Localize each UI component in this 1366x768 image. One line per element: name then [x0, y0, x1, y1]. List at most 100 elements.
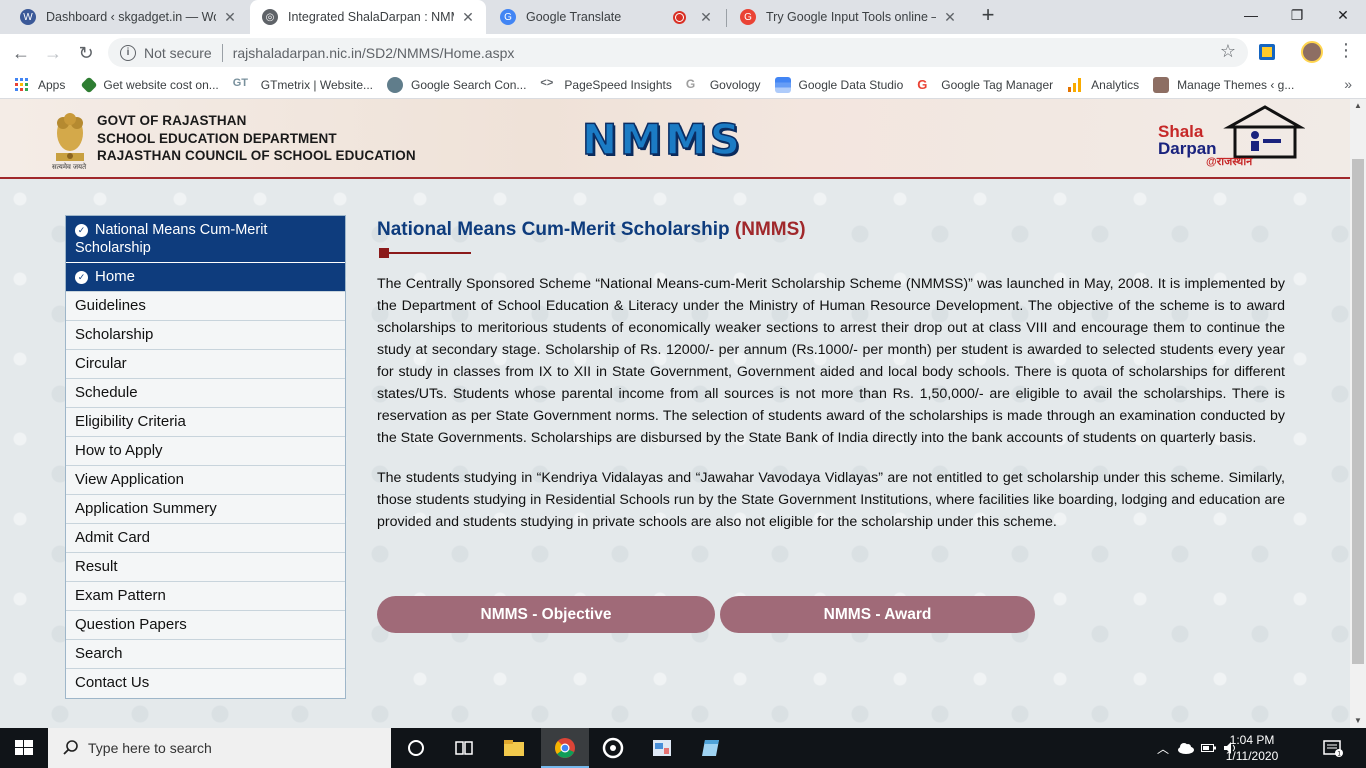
- bookmark-label: Apps: [38, 77, 66, 92]
- tab-strip: W Dashboard ‹ skgadget.in — Word ✕ ◎ Int…: [0, 0, 1366, 34]
- bookmark-govology[interactable]: G Govology: [686, 77, 761, 93]
- address-bar[interactable]: i Not secure rajshaladarpan.nic.in/SD2/N…: [108, 38, 1248, 67]
- bookmark-manage-themes[interactable]: Manage Themes ‹ g...: [1153, 76, 1294, 93]
- divider: [221, 43, 223, 62]
- scroll-down-icon[interactable]: ▼: [1350, 714, 1366, 728]
- tab-title: Dashboard ‹ skgadget.in — Word: [46, 10, 216, 24]
- sidebar-heading-label: National Means Cum-Merit Scholarship: [75, 222, 268, 256]
- bookmark-data-studio[interactable]: Google Data Studio: [774, 76, 904, 93]
- bookmark-analytics[interactable]: Analytics: [1067, 77, 1139, 93]
- svg-text:1: 1: [1337, 751, 1341, 758]
- apps-grid-icon: [15, 77, 28, 91]
- tab-google-input-tools[interactable]: G Try Google Input Tools online – G ✕: [728, 0, 968, 34]
- title-underline: [377, 247, 1285, 259]
- sidebar-item-exam-pattern[interactable]: Exam Pattern: [66, 582, 345, 611]
- google-icon: G: [740, 9, 756, 25]
- reload-icon[interactable]: ↻: [73, 40, 99, 66]
- page-title-text: National Means Cum-Merit Scholarship: [377, 219, 730, 240]
- notification-icon[interactable]: 1: [1322, 736, 1344, 760]
- underline-square: [379, 248, 389, 258]
- close-window-button[interactable]: ✕: [1320, 0, 1366, 30]
- sidebar-item-application-summery[interactable]: Application Summery: [66, 495, 345, 524]
- check-circle-icon: ✓: [75, 271, 88, 284]
- vertical-scrollbar[interactable]: ▲ ▼: [1350, 99, 1366, 728]
- bookmark-label: PageSpeed Insights: [564, 77, 672, 92]
- back-arrow-icon[interactable]: ←: [8, 40, 34, 66]
- sidebar-item-schedule[interactable]: Schedule: [66, 379, 345, 408]
- bookmark-search-console[interactable]: Google Search Con...: [387, 76, 526, 93]
- intro-paragraph: The Centrally Sponsored Scheme “National…: [377, 276, 1285, 446]
- close-icon[interactable]: ✕: [460, 9, 476, 26]
- menu-dots-icon[interactable]: ⋮: [1336, 40, 1356, 61]
- windows-start-icon[interactable]: [0, 728, 48, 768]
- control-panel-icon[interactable]: [650, 736, 674, 760]
- bookmark-label: GTmetrix | Website...: [260, 77, 373, 92]
- eligibility-paragraph: The students studying in “Kendriya Vidal…: [377, 470, 1285, 530]
- tab-nmms[interactable]: ◎ Integrated ShalaDarpan : NMMS ✕: [250, 0, 486, 34]
- sidebar-item-view-application[interactable]: View Application: [66, 466, 345, 495]
- cortana-icon[interactable]: [404, 736, 428, 760]
- tab-google-translate[interactable]: G Google Translate ✕: [488, 0, 724, 34]
- bookmark-star-icon[interactable]: ☆: [1220, 41, 1236, 62]
- google-icon: G: [917, 76, 928, 92]
- bookmark-gtmetrix[interactable]: GT GTmetrix | Website...: [233, 77, 373, 93]
- nmms-objective-button[interactable]: NMMS - Objective: [377, 596, 715, 633]
- sidebar-item-search[interactable]: Search: [66, 640, 345, 669]
- new-tab-button[interactable]: +: [976, 4, 1000, 28]
- notepad-icon[interactable]: [699, 736, 723, 760]
- extension-icon[interactable]: [1258, 43, 1276, 61]
- info-icon[interactable]: i: [120, 44, 136, 61]
- search-icon: [63, 740, 78, 755]
- clock-time: 1:04 PM: [1229, 733, 1275, 747]
- bookmark-website-cost[interactable]: Get website cost on...: [80, 76, 219, 93]
- close-icon[interactable]: ✕: [942, 9, 958, 26]
- chevron-up-icon[interactable]: ︿: [1155, 740, 1171, 757]
- task-view-icon[interactable]: [452, 736, 476, 760]
- minimize-button[interactable]: —: [1228, 0, 1274, 30]
- cloud-icon[interactable]: [1177, 742, 1195, 754]
- tab-title: Integrated ShalaDarpan : NMMS: [288, 10, 454, 24]
- sidebar-item-admit-card[interactable]: Admit Card: [66, 524, 345, 553]
- maximize-button[interactable]: ❐: [1274, 0, 1320, 30]
- media-player-icon[interactable]: [601, 736, 625, 760]
- not-secure-label: Not secure: [144, 44, 212, 61]
- chevron-more-icon[interactable]: »: [1344, 76, 1352, 92]
- sidebar-heading[interactable]: ✓ National Means Cum-Merit Scholarship: [66, 216, 345, 263]
- emblem-caption: सत्यमेव जयते: [52, 164, 87, 171]
- sidebar-item-question-papers[interactable]: Question Papers: [66, 611, 345, 640]
- sidebar-item-eligibility[interactable]: Eligibility Criteria: [66, 408, 345, 437]
- url-text[interactable]: rajshaladarpan.nic.in/SD2/NMMS/Home.aspx: [233, 45, 515, 61]
- bookmark-label: Google Data Studio: [798, 77, 904, 92]
- bookmark-apps[interactable]: Apps: [14, 77, 65, 93]
- gtmetrix-icon: GT: [232, 76, 249, 89]
- profile-avatar[interactable]: [1301, 41, 1323, 63]
- wordpress-icon: W: [20, 9, 36, 25]
- sidebar-item-contact-us[interactable]: Contact Us: [66, 669, 345, 698]
- close-icon[interactable]: ✕: [698, 9, 714, 26]
- sidebar-item-how-to-apply[interactable]: How to Apply: [66, 437, 345, 466]
- sidebar-item-circular[interactable]: Circular: [66, 350, 345, 379]
- file-explorer-icon[interactable]: [502, 736, 526, 760]
- sidebar-item-scholarship[interactable]: Scholarship: [66, 321, 345, 350]
- emblem-icon: [56, 113, 84, 161]
- forward-arrow-icon[interactable]: →: [40, 40, 66, 66]
- sidebar-item-guidelines[interactable]: Guidelines: [66, 292, 345, 321]
- taskbar-search[interactable]: Type here to search: [48, 728, 391, 768]
- button-row: NMMS - Objective NMMS - Award: [377, 596, 1035, 633]
- browser-toolbar: ← → ↻ i Not secure rajshaladarpan.nic.in…: [0, 34, 1366, 71]
- tag-icon: [80, 76, 98, 93]
- bookmark-pagespeed[interactable]: <> PageSpeed Insights: [540, 77, 671, 93]
- bookmark-tag-manager[interactable]: G Google Tag Manager: [917, 77, 1053, 93]
- bookmark-label: Govology: [709, 77, 761, 92]
- battery-icon[interactable]: [1201, 742, 1217, 754]
- govt-title: GOVT OF RAJASTHAN SCHOOL EDUCATION DEPAR…: [97, 112, 416, 165]
- rajasthan-text: @राजस्थान: [1206, 156, 1253, 168]
- scroll-up-icon[interactable]: ▲: [1350, 99, 1366, 113]
- sidebar-item-home[interactable]: ✓ Home: [66, 263, 345, 292]
- close-icon[interactable]: ✕: [222, 9, 238, 26]
- tab-dashboard[interactable]: W Dashboard ‹ skgadget.in — Word ✕: [8, 0, 248, 34]
- scrollbar-thumb[interactable]: [1352, 159, 1364, 664]
- nmms-award-button[interactable]: NMMS - Award: [720, 596, 1035, 633]
- taskbar-clock[interactable]: 1:04 PM 1/11/2020: [1218, 732, 1286, 764]
- sidebar-item-result[interactable]: Result: [66, 553, 345, 582]
